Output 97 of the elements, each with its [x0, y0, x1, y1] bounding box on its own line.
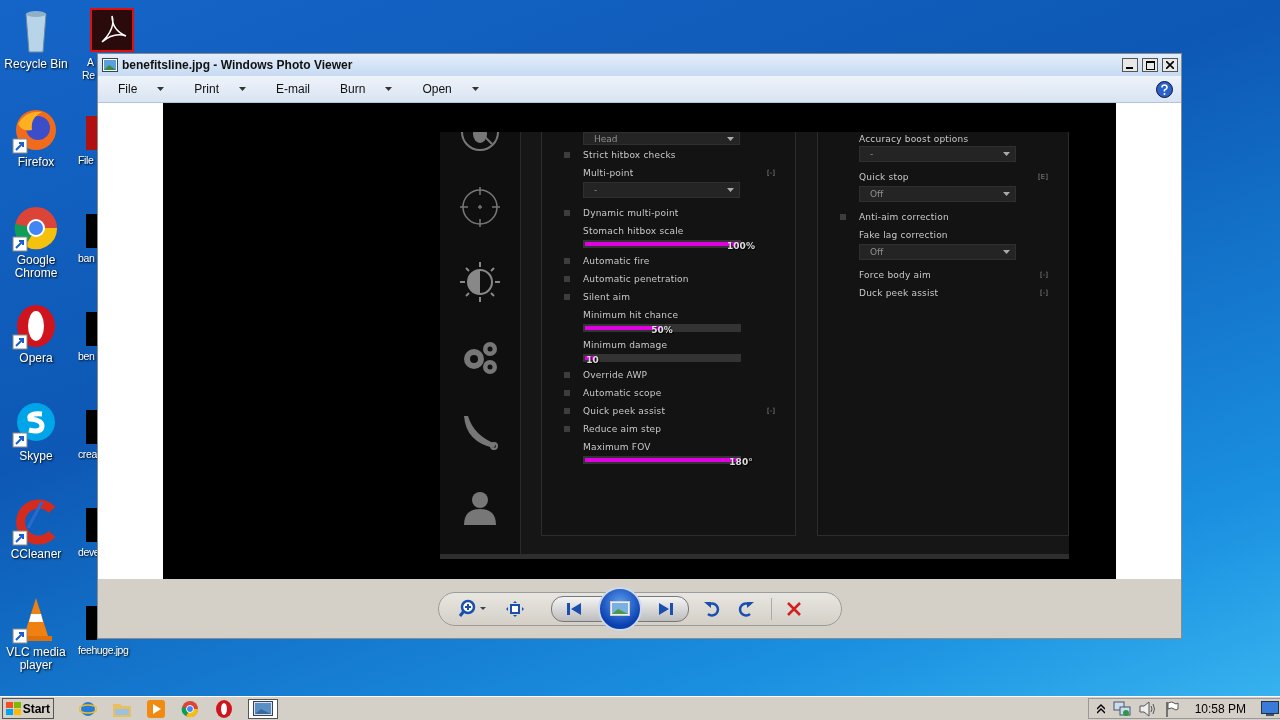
caret-icon — [1003, 250, 1010, 254]
network-icon[interactable] — [1112, 700, 1131, 717]
checkbox[interactable] — [840, 214, 846, 220]
menu-item[interactable]: Burn — [334, 80, 399, 98]
checkbox[interactable] — [564, 294, 570, 300]
picture-icon — [253, 701, 273, 716]
setting-label: Minimum hit chance — [583, 310, 680, 320]
menu-item[interactable]: Open — [416, 80, 485, 98]
desktop-icon-label[interactable]: feehuge.jpg — [78, 644, 129, 657]
slider-value: 180° — [729, 457, 753, 467]
monitor-icon — [1261, 701, 1279, 716]
speaker-icon[interactable] — [1138, 700, 1157, 717]
dropdown[interactable]: - — [859, 146, 1016, 162]
close-button[interactable] — [1162, 58, 1178, 72]
setting-label: Strict hitbox checks — [583, 150, 677, 160]
rotate-right-icon — [737, 600, 754, 617]
caret-icon — [1003, 152, 1010, 156]
crosshair-icon[interactable] — [460, 187, 500, 227]
rotate-left-icon — [703, 600, 720, 617]
setting-label: Accuracy boost options — [859, 134, 970, 144]
desktop-icon-label[interactable]: A — [87, 56, 94, 69]
maximize-button[interactable] — [1142, 58, 1158, 72]
desktop-icon-label[interactable]: Recycle Bin — [0, 58, 72, 71]
caret-icon — [727, 188, 734, 192]
menu-item[interactable]: File — [112, 80, 171, 98]
checkbox[interactable] — [564, 426, 570, 432]
slider-value: 50% — [651, 325, 673, 335]
slider[interactable] — [583, 354, 741, 362]
menu-item[interactable]: E-mail — [270, 80, 317, 98]
skip-back-icon — [566, 602, 581, 615]
desktop-icon-label[interactable]: Google Chrome — [0, 254, 72, 280]
setting-label: Automatic scope — [583, 388, 663, 398]
setting-label: Force body aim — [859, 270, 932, 280]
start-button[interactable]: Start — [2, 698, 54, 719]
setting-label: Maximum FOV — [583, 442, 652, 452]
clock: 10:58 PM — [1194, 701, 1246, 716]
setting-label: Reduce aim step — [583, 424, 663, 434]
desktop-icon-label[interactable]: VLC media player — [0, 646, 72, 672]
show-desktop-button[interactable] — [1260, 698, 1280, 719]
desktop-icon-label[interactable]: Firefox — [0, 156, 72, 169]
setting-label: Duck peek assist — [859, 288, 940, 298]
magnifier-icon — [457, 598, 488, 619]
slider[interactable] — [583, 324, 741, 332]
menu-item[interactable]: Print — [188, 80, 253, 98]
chevron-up-icon[interactable] — [1096, 703, 1105, 714]
caret-icon — [1003, 192, 1010, 196]
minimize-button[interactable] — [1122, 58, 1138, 72]
maximize-icon — [1145, 60, 1155, 70]
close-icon — [1166, 61, 1174, 69]
setting-label: Dynamic multi-point — [583, 208, 680, 218]
setting-label: Fake lag correction — [859, 230, 949, 240]
photo-viewer-button[interactable] — [248, 698, 278, 719]
checkbox[interactable] — [564, 390, 570, 396]
chrome-button[interactable] — [180, 698, 200, 719]
setting-label: Quick stop — [859, 172, 910, 182]
setting-label: Quick peek assist — [583, 406, 667, 416]
chrome-icon[interactable] — [12, 204, 60, 252]
desktop-icon-label[interactable]: Re — [82, 69, 95, 82]
desktop-icon-label[interactable]: ban — [78, 252, 95, 265]
slider-value: 100% — [727, 241, 755, 251]
setting-label: Minimum damage — [583, 340, 669, 350]
setting-label: Automatic fire — [583, 256, 651, 266]
flag-icon[interactable] — [1164, 700, 1179, 717]
delete-icon — [786, 601, 801, 616]
setting-label: Multi-point — [583, 168, 635, 178]
checkbox[interactable] — [564, 258, 570, 264]
caret-icon — [727, 136, 734, 141]
checkbox[interactable] — [564, 372, 570, 378]
dropdown[interactable]: Off — [859, 244, 1016, 260]
dropdown[interactable]: - — [583, 182, 740, 198]
desktop-icon-label[interactable]: CCleaner — [0, 548, 72, 561]
desktop-icon-label[interactable]: Opera — [0, 352, 72, 365]
picture-icon — [102, 58, 118, 72]
desktop-icon-label[interactable]: File — [78, 154, 94, 167]
desktop-icon-label[interactable]: Skype — [0, 450, 72, 463]
window-title: benefitsline.jpg - Windows Photo Viewer — [122, 58, 354, 72]
picture-icon — [609, 601, 630, 616]
skip-forward-icon — [658, 602, 673, 615]
setting-label: Anti-aim correction — [859, 212, 950, 222]
desktop-icon-label[interactable]: crea — [78, 448, 97, 461]
setting-label: Silent aim — [583, 292, 632, 302]
dropdown[interactable]: Off — [859, 186, 1016, 202]
dropdown[interactable]: Head — [583, 132, 740, 145]
checkbox[interactable] — [564, 210, 570, 216]
globe-icon — [79, 699, 97, 718]
checkbox[interactable] — [564, 276, 570, 282]
setting-label: Stomach hitbox scale — [583, 226, 685, 236]
setting-label: Override AWP — [583, 370, 649, 380]
checkbox[interactable] — [564, 408, 570, 414]
checkbox[interactable] — [564, 152, 570, 158]
slider-value: 10 — [586, 355, 599, 365]
brightness-icon[interactable] — [460, 262, 500, 302]
help-icon[interactable] — [1156, 80, 1173, 98]
windows-logo-icon — [6, 701, 21, 716]
setting-label: Automatic penetration — [583, 274, 690, 284]
desktop-icon-label[interactable]: ben — [78, 350, 95, 363]
opera-button[interactable] — [214, 698, 234, 719]
